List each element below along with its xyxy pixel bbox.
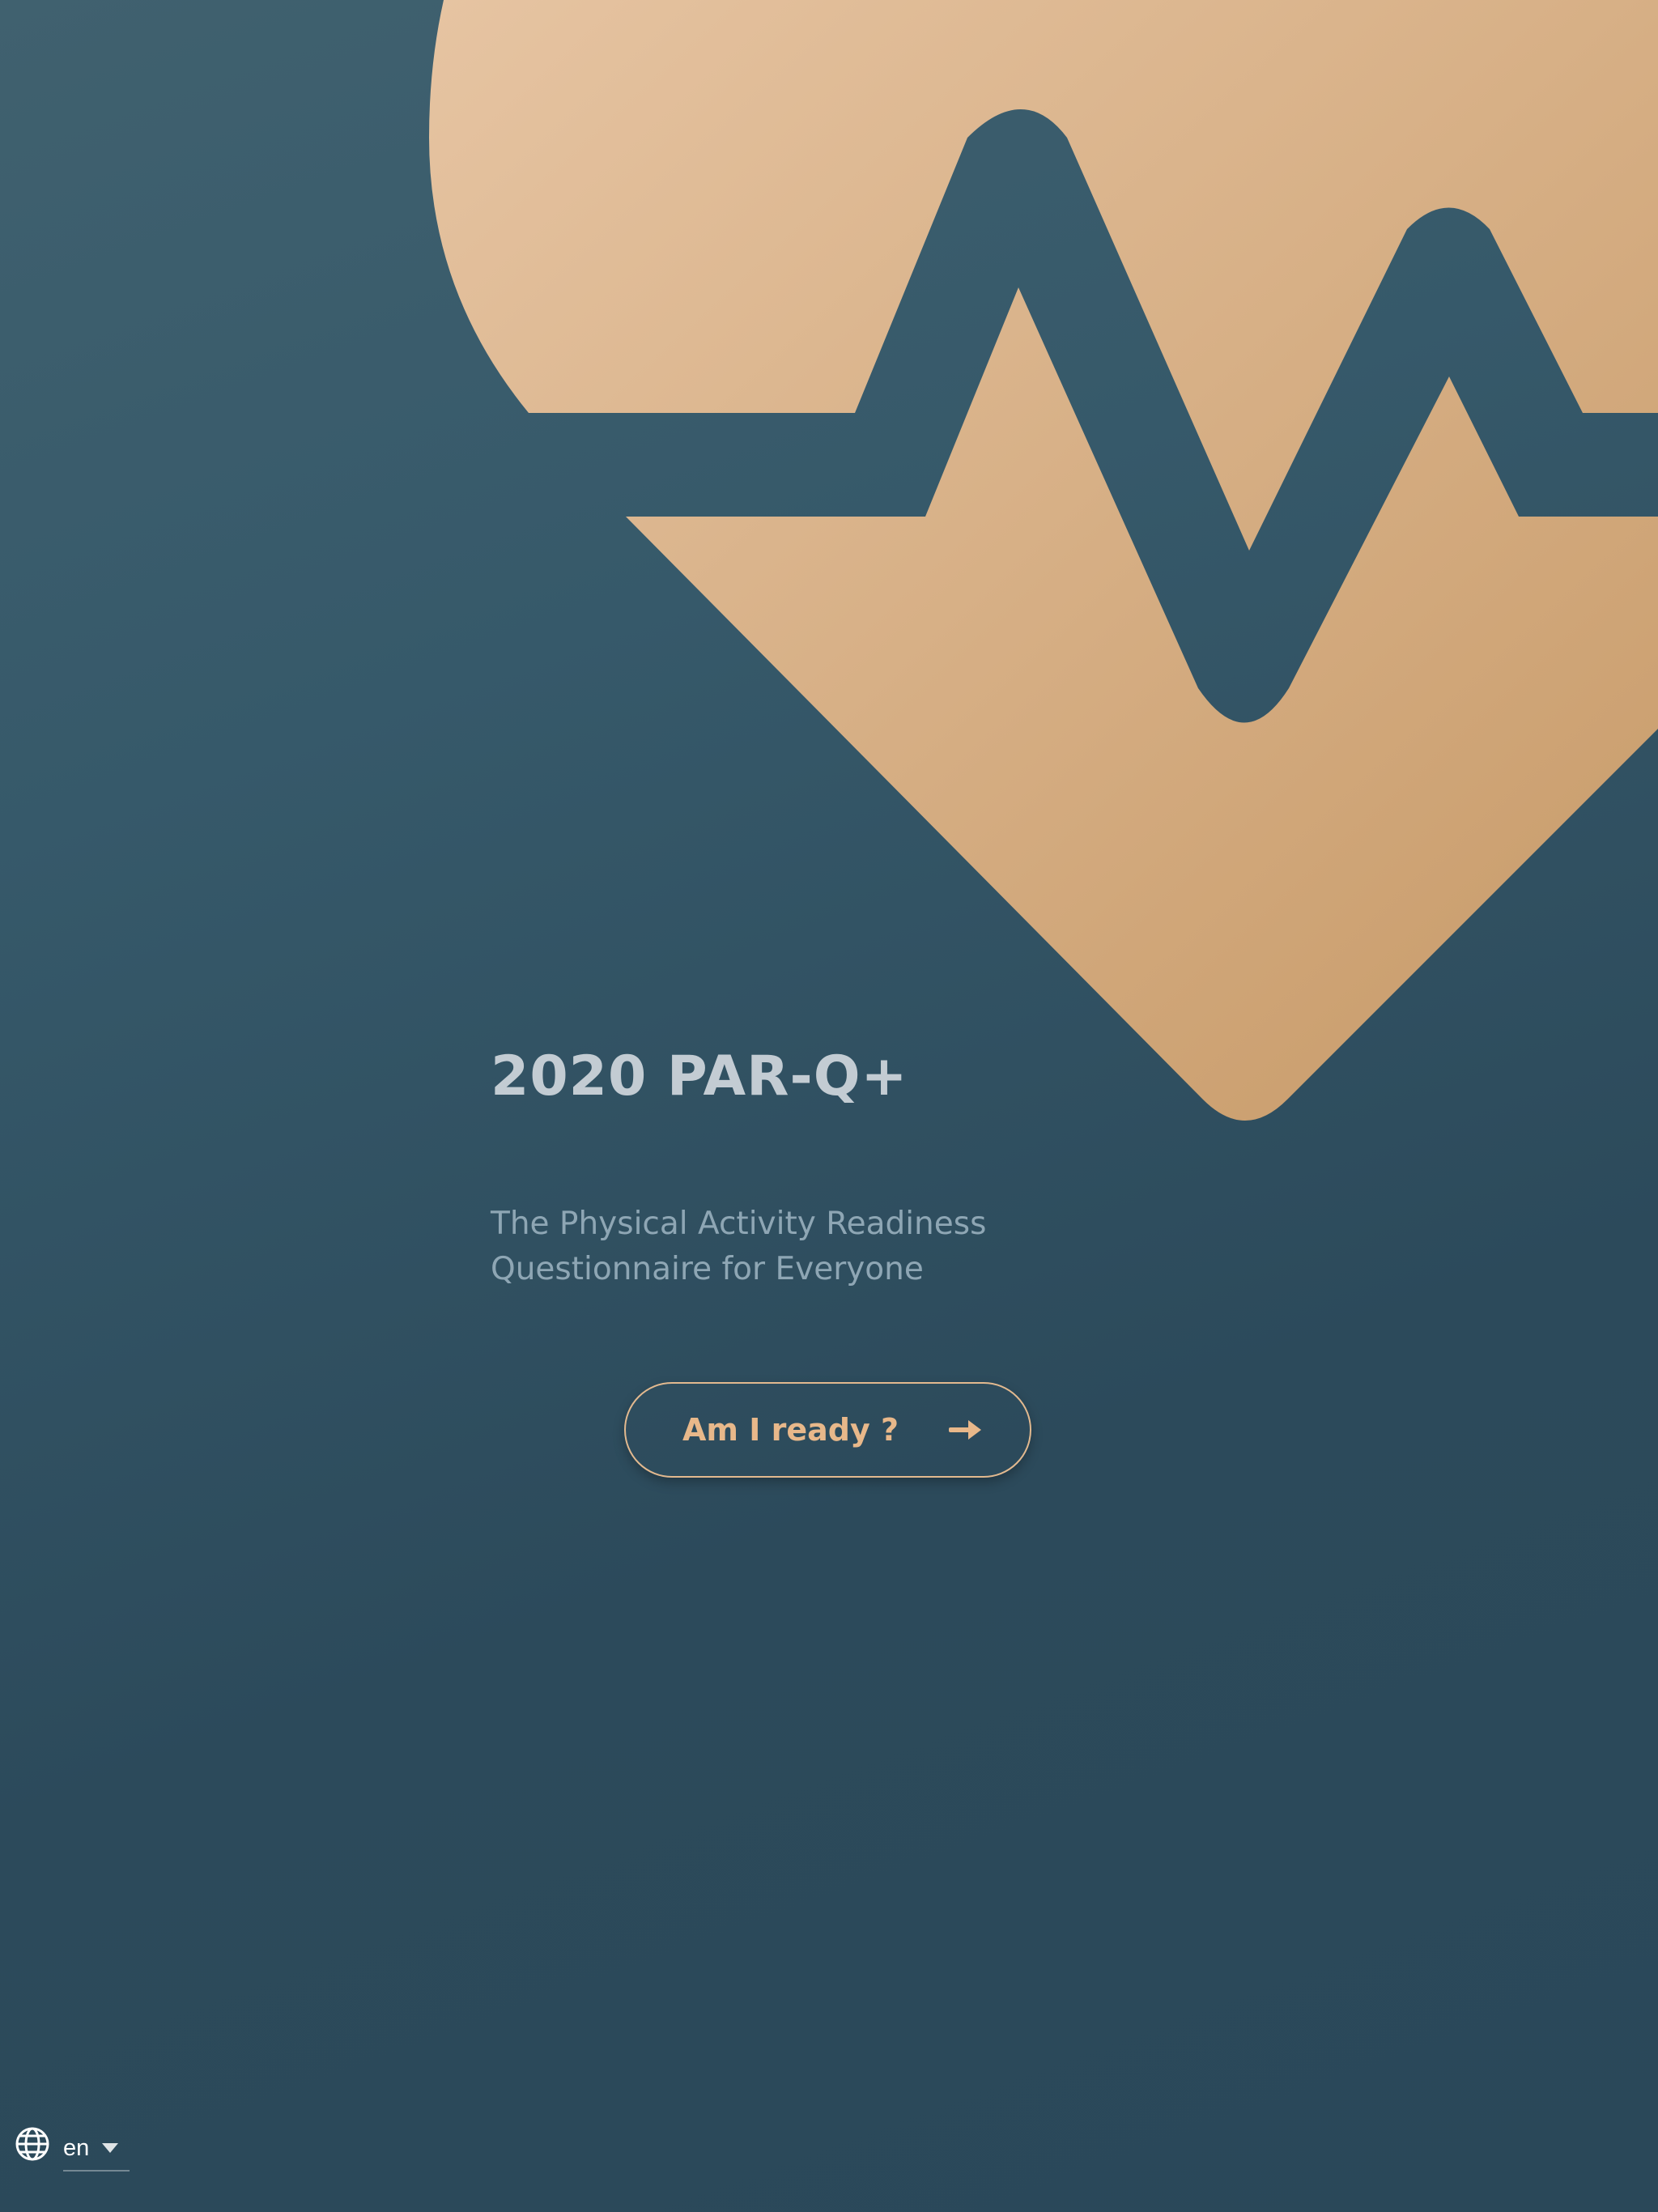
arrow-right-icon [949,1420,981,1440]
am-i-ready-label: Am I ready ? [682,1412,899,1448]
page-title: 2020 PAR-Q+ [491,1044,908,1108]
language-value: en [63,2134,90,2161]
heart-shape [429,0,1658,1121]
globe-icon [15,2127,49,2161]
chevron-down-icon [102,2143,119,2153]
language-select[interactable]: en [63,2126,130,2172]
heart-pulse-icon [429,0,1658,1121]
page-subtitle: The Physical Activity Readiness Question… [491,1206,987,1287]
language-switcher: en [15,2121,130,2172]
am-i-ready-button[interactable]: Am I ready ? [624,1382,1031,1478]
